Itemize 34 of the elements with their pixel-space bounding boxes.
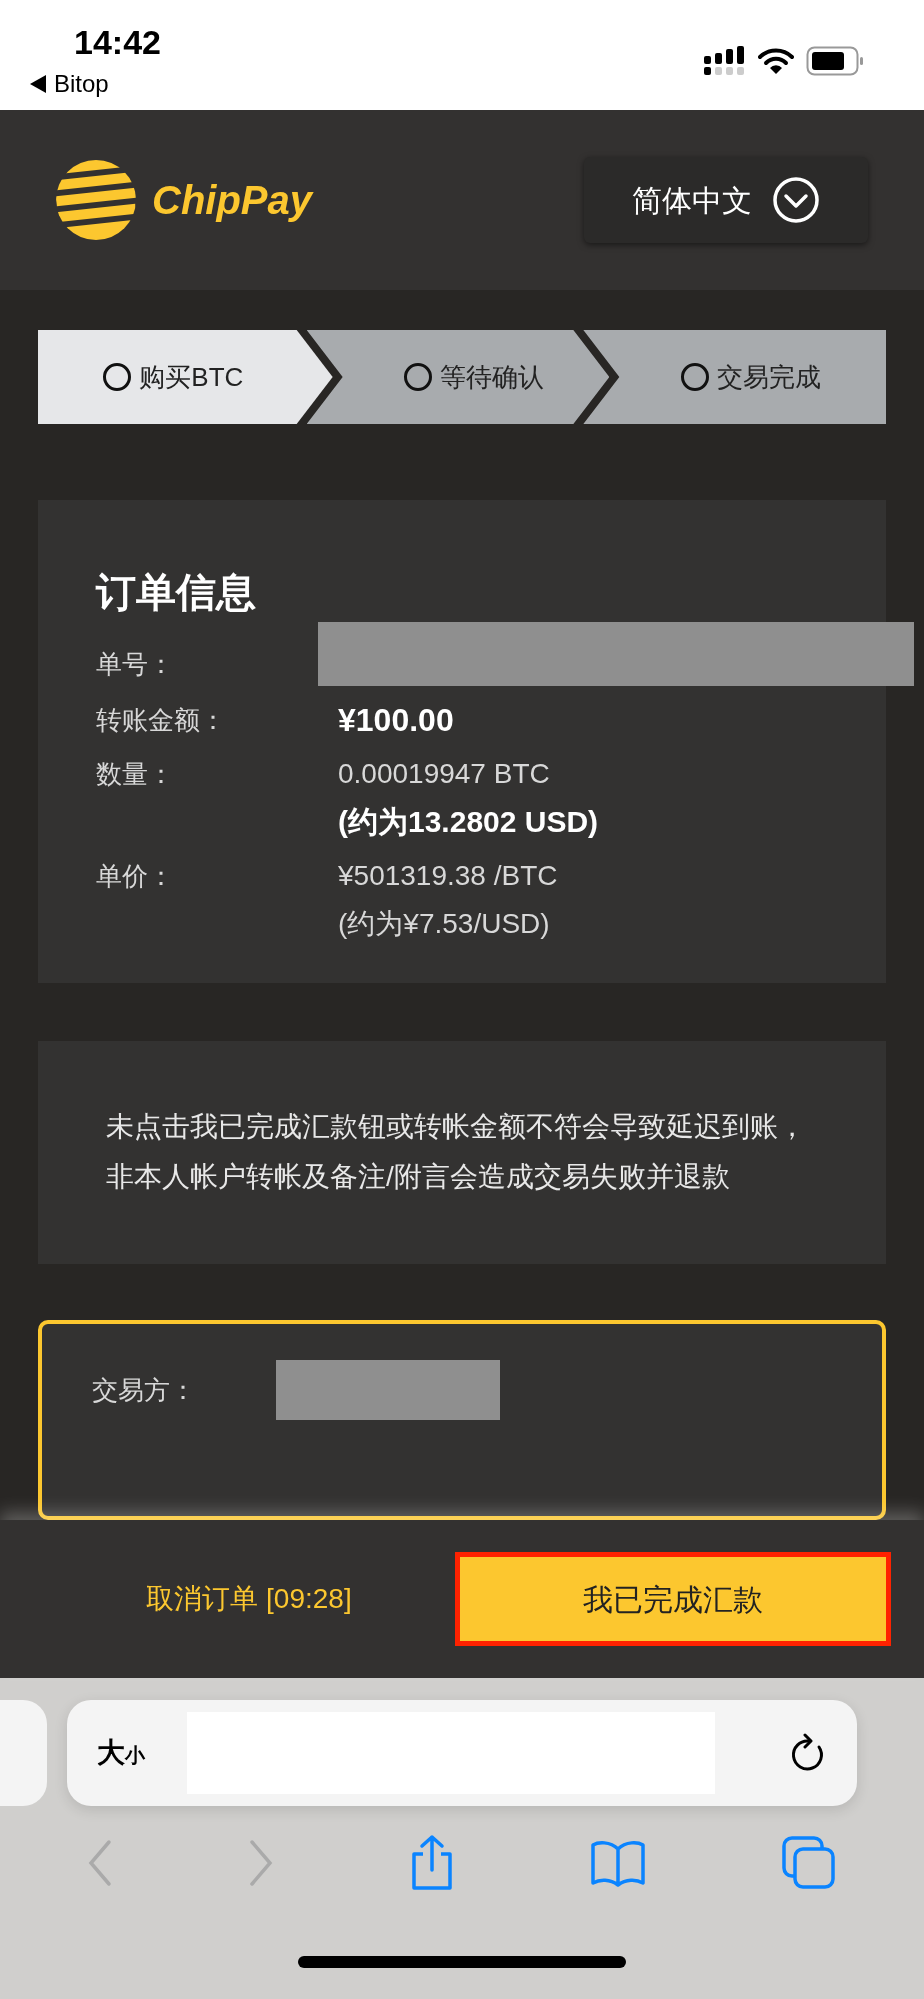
field-value: ¥501319.38 /BTC [338,859,558,893]
status-time: 14:42 [74,22,161,63]
field-note: (约为13.2802 USD) [338,804,599,840]
brand-name: ChipPay [152,177,313,224]
address-bar[interactable]: 大小 [67,1700,857,1806]
back-to-app-link[interactable]: Bitop [30,66,161,102]
field-label: 单价： [96,860,175,893]
field-value: ¥100.00 [338,701,454,740]
share-icon[interactable] [409,1834,455,1892]
tab-preview[interactable] [0,1700,47,1806]
forward-icon[interactable] [248,1839,275,1887]
field-note: (约为¥7.53/USD) [338,907,551,941]
field-label: 转账金额： [96,704,227,737]
tabs-icon[interactable] [780,1835,837,1891]
logo-icon [56,158,136,242]
field-label: 数量： [96,758,175,791]
field-value: 0.00019947 BTC [338,757,551,791]
language-selector[interactable]: 简体中文 [584,157,868,243]
signal-icon [704,46,746,76]
field-label: 交易方： [92,1374,196,1407]
cancel-order-button[interactable]: 取消订单 [09:28] [38,1578,460,1620]
progress-step: 交易完成 [583,330,886,424]
text-size-button[interactable]: 大小 [97,1732,145,1774]
wifi-icon [758,47,794,75]
card-title: 订单信息 [96,569,257,616]
notice-text: 未点击我已完成汇款钮或转帐金额不符会导致延迟到账，非本人帐户转帐及备注/附言会造成交易失败并退款 [106,1110,807,1195]
progress-step: 购买BTC [38,330,333,424]
back-triangle-icon [30,75,46,93]
progress-step: 等待确认 [306,330,610,424]
field-label: 单号： [96,648,175,681]
bookmarks-icon[interactable] [589,1839,646,1887]
battery-icon [806,46,864,76]
chevron-down-icon [772,176,820,224]
back-icon[interactable] [87,1839,114,1887]
